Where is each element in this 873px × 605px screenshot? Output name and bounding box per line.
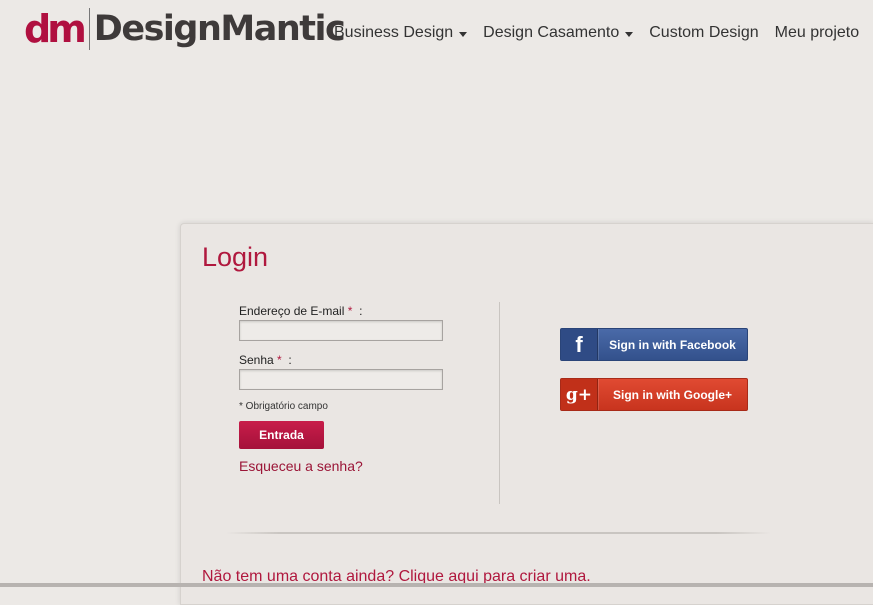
site-header: dm DesignMantic Business Design Design C…: [0, 0, 873, 70]
bottom-scroll-edge: [0, 583, 873, 587]
login-panel: Login Endereço de E-mail * : Senha * : *…: [180, 223, 873, 605]
login-submit-button[interactable]: Entrada: [239, 421, 324, 449]
brand-logo[interactable]: dm DesignMantic: [24, 4, 346, 54]
required-marker: *: [277, 353, 282, 367]
login-form: Endereço de E-mail * : Senha * : * Obrig…: [239, 304, 459, 474]
logo-divider: [88, 8, 90, 50]
logo-text: DesignMantic: [93, 8, 346, 49]
facebook-signin-button[interactable]: f Sign in with Facebook: [560, 328, 748, 361]
password-field[interactable]: [239, 369, 443, 390]
google-plus-icon: g+: [561, 379, 598, 410]
nav-item-label: Custom Design: [649, 24, 759, 41]
vertical-divider: [499, 302, 500, 504]
facebook-signin-label: Sign in with Facebook: [609, 337, 736, 352]
email-label: Endereço de E-mail * :: [239, 304, 459, 319]
email-field[interactable]: [239, 320, 443, 341]
logo-mark: dm: [24, 7, 87, 51]
nav-item-business-design[interactable]: Business Design: [334, 24, 468, 42]
horizontal-divider: [226, 532, 771, 534]
label-colon: :: [288, 353, 292, 367]
email-label-text: Endereço de E-mail: [239, 304, 345, 318]
nav-item-custom-design[interactable]: Custom Design: [649, 24, 758, 42]
label-colon: :: [359, 304, 363, 318]
google-signin-label: Sign in with Google+: [613, 387, 732, 402]
password-label-text: Senha: [239, 353, 274, 367]
chevron-down-icon: [625, 31, 634, 37]
required-note: * Obrigatório campo: [239, 401, 328, 412]
nav-item-meu-projeto[interactable]: Meu projeto: [775, 24, 860, 42]
forgot-password-link[interactable]: Esqueceu a senha?: [239, 458, 459, 474]
google-signin-button[interactable]: g+ Sign in with Google+: [560, 378, 748, 411]
page-title: Login: [202, 242, 269, 272]
main-nav: Business Design Design Casamento Custom …: [334, 24, 873, 42]
password-label: Senha * :: [239, 353, 459, 368]
facebook-icon: f: [561, 329, 598, 360]
required-marker: *: [347, 304, 353, 318]
nav-item-label: Meu projeto: [774, 24, 860, 41]
chevron-down-icon: [459, 31, 468, 37]
nav-item-design-casamento[interactable]: Design Casamento: [483, 24, 634, 42]
nav-item-label: Business Design: [334, 24, 454, 41]
nav-item-label: Design Casamento: [483, 24, 620, 41]
